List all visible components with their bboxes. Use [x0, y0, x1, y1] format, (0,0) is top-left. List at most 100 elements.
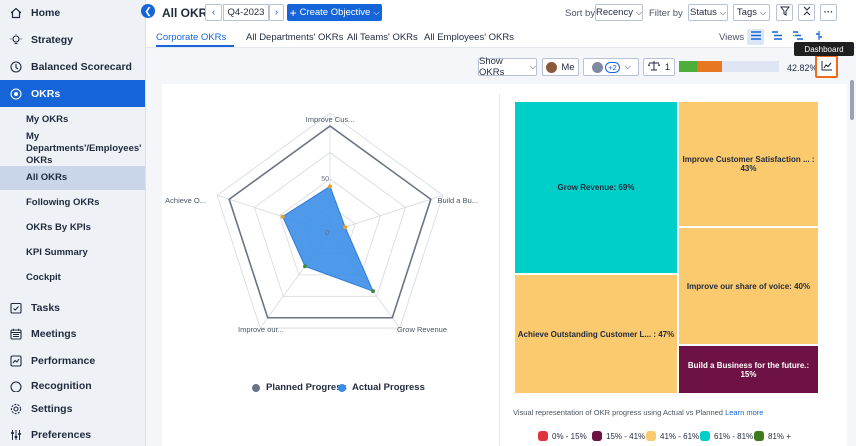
gear-icon	[9, 402, 23, 416]
tags-dropdown[interactable]: Tags ⌵	[733, 4, 770, 21]
sliders-icon	[9, 428, 23, 442]
progress-segment-green	[679, 61, 697, 72]
range-legend-81-plus: 81% +	[754, 431, 791, 441]
range-swatch	[646, 431, 656, 441]
sidebar-item-tasks[interactable]: Tasks	[0, 295, 145, 321]
show-okrs-dropdown[interactable]: Show OKRs ⌵	[478, 56, 537, 78]
tab-all-departments-okrs[interactable]: All Departments' OKRs	[246, 32, 343, 43]
dashboard-chart-icon	[821, 60, 833, 74]
treemap-tile-grow-revenue[interactable]: Grow Revenue: 69%	[514, 101, 678, 274]
chevron-right-icon: ›	[274, 7, 279, 18]
sidebar-item-balanced-scorecard[interactable]: Balanced Scorecard	[0, 54, 145, 80]
sidebar-subitem-all-okrs[interactable]: All OKRs	[0, 166, 145, 190]
status-dropdown[interactable]: Status ⌵	[688, 4, 728, 21]
range-legend-41-61: 41% - 61%	[646, 431, 699, 441]
sidebar-item-okrs[interactable]: OKRs	[0, 80, 145, 107]
legend-actual[interactable]: Actual Progress	[338, 382, 425, 393]
tab-corporate-okrs[interactable]: Corporate OKRs	[156, 32, 226, 43]
sort-dropdown[interactable]: Recency ⌵	[595, 4, 643, 21]
sidebar-item-label: Strategy	[31, 34, 74, 46]
sidebar-item-label: Settings	[31, 403, 73, 415]
radar-actual-point	[370, 289, 375, 294]
sidebar-subitem-my-departments-okrs[interactable]: My Departments'/Employees' OKRs	[0, 131, 145, 166]
home-icon	[9, 6, 23, 20]
collapse-sidebar-button[interactable]: ❮	[141, 4, 155, 18]
target-icon	[9, 87, 23, 101]
sidebar-subitem-following-okrs[interactable]: Following OKRs	[0, 190, 145, 215]
more-options-button[interactable]: ···	[820, 4, 837, 21]
sidebar-item-label: Preferences	[31, 429, 92, 441]
plus-icon: +	[289, 5, 297, 20]
sidebar-item-settings[interactable]: Settings	[0, 396, 145, 422]
tab-all-teams-okrs[interactable]: All Teams' OKRs	[347, 32, 418, 43]
range-legend-0-15: 0% - 15%	[538, 431, 587, 441]
treemap-tile-business-future[interactable]: Build a Business for the future.: 15%	[678, 345, 819, 394]
performance-icon	[9, 354, 23, 368]
tabs-row: Corporate OKRs All Departments' OKRs All…	[146, 26, 856, 48]
sidebar-item-label: Balanced Scorecard	[31, 61, 132, 73]
treemap-tile-share-of-voice[interactable]: Improve our share of voice: 40%	[678, 227, 819, 345]
prev-period-button[interactable]: ‹	[205, 4, 222, 21]
legend-planned-swatch	[252, 383, 260, 392]
tab-all-employees-okrs[interactable]: All Employees' OKRs	[424, 32, 514, 43]
legend-actual-swatch	[338, 383, 346, 392]
dashboard-tooltip: Dashboard	[794, 42, 854, 56]
list-view-button[interactable]	[747, 29, 764, 45]
tree-view-icon	[771, 31, 782, 43]
sidebar-subitem-kpi-summary[interactable]: KPI Summary	[0, 240, 145, 265]
treemap-tile-customer-loyalty[interactable]: Achieve Outstanding Customer L... : 47%	[514, 274, 678, 394]
radar-actual-series	[281, 185, 374, 293]
collapse-all-button[interactable]	[798, 4, 815, 21]
sidebar-item-label: Home	[31, 7, 61, 19]
chevron-down-icon: ⌵	[760, 7, 767, 17]
sidebar-item-label: Performance	[31, 355, 96, 367]
active-tab-indicator	[156, 45, 234, 47]
progress-segment-orange	[697, 61, 722, 72]
create-objective-button[interactable]: + Create Objective ⌵	[287, 4, 382, 21]
bulb-icon	[9, 33, 23, 47]
alignment-button[interactable]: 1	[643, 58, 675, 76]
page-scrollbar[interactable]	[850, 80, 854, 120]
overall-progress-text: 42.82%	[787, 63, 818, 73]
sidebar-subitem-okrs-by-kpis[interactable]: OKRs By KPIs	[0, 215, 145, 240]
treemap-note: Visual representation of OKR progress us…	[513, 408, 764, 417]
owners-dropdown[interactable]: +2 ⌵	[583, 58, 639, 76]
radar-actual-point	[303, 264, 308, 269]
radar-chart: Improve Cus... Build a Bu... Grow Revenue I…	[165, 112, 478, 334]
sidebar-item-label: Meetings	[31, 328, 77, 340]
sidebar-item-home[interactable]: Home	[0, 0, 145, 26]
sort-by-label: Sort by	[565, 8, 596, 19]
chevron-down-icon: ⌵	[719, 7, 726, 17]
treemap-tile-customer-satisfaction[interactable]: Improve Customer Satisfaction ... : 43%	[678, 101, 819, 227]
legend-planned[interactable]: Planned Progress	[252, 382, 347, 393]
sidebar-item-recognition[interactable]: Recognition	[0, 380, 145, 392]
chevron-down-icon: ⌵	[624, 62, 631, 71]
scale-icon	[647, 60, 660, 74]
radar-actual-point	[343, 225, 348, 230]
sidebar-subitem-my-okrs[interactable]: My OKRs	[0, 107, 145, 133]
collapse-arrows-icon	[802, 6, 812, 19]
top-bar: All OKRs ‹ Q4-2023 › + Create Objective …	[146, 0, 856, 26]
sidebar-subitem-cockpit[interactable]: Cockpit	[0, 265, 145, 290]
dashboard-button[interactable]	[815, 55, 838, 78]
me-filter-button[interactable]: Me	[542, 58, 579, 76]
radar-actual-point	[328, 184, 332, 189]
radar-axis-label: Grow Revenue	[397, 325, 447, 334]
filter-funnel-button[interactable]	[776, 4, 793, 21]
recognition-icon	[9, 380, 23, 392]
radar-axis-label: Improve our...	[238, 325, 284, 334]
avatar	[546, 61, 558, 73]
sidebar-item-strategy[interactable]: Strategy	[0, 27, 145, 53]
next-period-button[interactable]: ›	[269, 4, 284, 21]
calendar-icon	[9, 327, 23, 341]
range-swatch	[700, 431, 710, 441]
sidebar-item-preferences[interactable]: Preferences	[0, 422, 145, 446]
chevron-down-icon: ⌵	[635, 7, 643, 17]
period-selector[interactable]: Q4-2023	[223, 4, 269, 21]
chevron-left-icon: ❮	[144, 5, 152, 16]
sidebar-item-performance[interactable]: Performance	[0, 348, 145, 374]
learn-more-link[interactable]: Learn more	[725, 408, 763, 417]
sidebar-item-meetings[interactable]: Meetings	[0, 321, 145, 347]
overall-progress-bar	[679, 61, 779, 72]
tree-view-button[interactable]	[768, 29, 785, 45]
